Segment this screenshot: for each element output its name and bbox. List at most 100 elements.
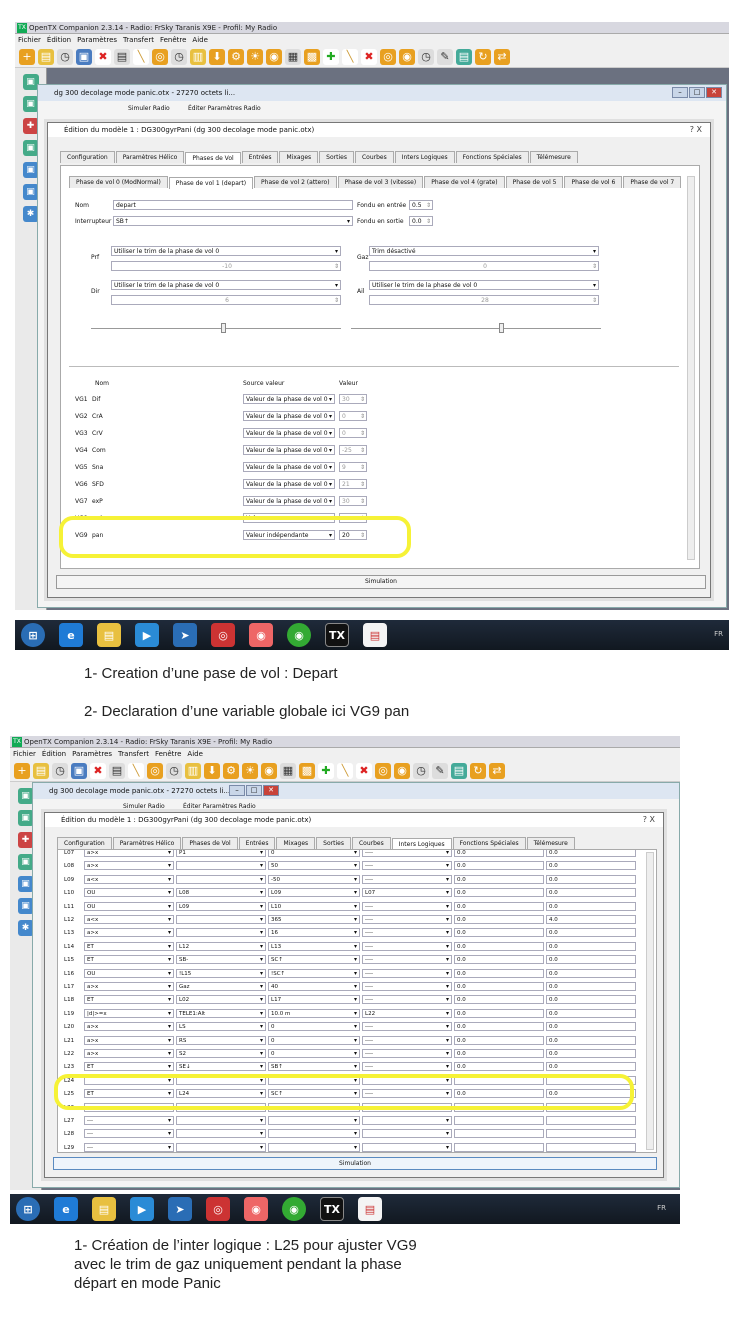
edit-icon[interactable]: ╲ [337,762,353,779]
logical-switch-v1[interactable] [176,1142,266,1152]
gvar-source-select[interactable]: Valeur de la phase de vol 0 [243,496,335,506]
logical-switch-and[interactable] [362,1142,452,1152]
logical-switch-dur[interactable]: 0.0 [454,861,544,871]
settings-icon[interactable]: ⚙ [223,762,239,779]
logical-switch-and[interactable]: L22 [362,1008,452,1018]
tools-icon[interactable]: ✎ [432,762,448,779]
logical-switch-dur[interactable]: 0.0 [454,995,544,1005]
info-icon[interactable]: ◷ [418,48,434,65]
chip-icon[interactable]: ▩ [299,762,315,779]
upload-icon[interactable]: ◎ [375,762,391,779]
vertical-scrollbar[interactable] [687,176,695,560]
media-icon[interactable]: ▶ [135,623,159,647]
explorer-icon[interactable]: ▤ [92,1197,116,1221]
tab-flight-modes[interactable]: Phases de Vol [185,152,241,164]
logical-switch-v1[interactable]: L09 [176,901,266,911]
logical-switch-delay[interactable] [546,1116,636,1125]
menu-help[interactable]: Aide [187,748,202,760]
trim-dir-value[interactable]: 6 [111,295,341,305]
logical-switch-and[interactable]: ---- [362,928,452,938]
firefox-icon[interactable]: ◉ [244,1197,268,1221]
maximize-button[interactable]: □ [689,87,705,98]
logical-switch-v2[interactable]: 0 [268,1035,360,1045]
tab-phase-3[interactable]: Phase de vol 3 (vitesse) [337,176,424,188]
logical-switch-v1[interactable]: L02 [176,995,266,1005]
burn-icon[interactable]: ☀ [247,48,263,65]
tab-telemetry[interactable]: Télémesure [526,837,575,849]
tab-curves[interactable]: Courbes [351,837,391,849]
logical-switch-dur[interactable]: 0.0 [454,1062,544,1072]
menu-window[interactable]: Fenêtre [155,748,181,760]
logical-switch-v1[interactable] [176,928,266,938]
logical-switch-v2[interactable]: 40 [268,982,360,991]
logical-switch-dur[interactable] [454,1142,544,1152]
logical-switch-func[interactable]: a>x [84,1049,174,1058]
tab-phase-7[interactable]: Phase de vol 7 [623,176,682,188]
logical-switch-func[interactable]: |d|>=x [84,1008,174,1018]
clock-icon[interactable]: ◷ [171,48,187,65]
minimize-button[interactable]: – [229,785,245,796]
edit-radio-settings-link[interactable]: Éditer Paramètres Radio [188,105,261,112]
simulate-radio-link[interactable]: Simuler Radio [123,803,165,810]
compare-icon[interactable]: ⇄ [489,762,505,779]
folder-icon[interactable]: ▥ [185,762,201,779]
tab-special-functions[interactable]: Fonctions Spéciales [452,837,526,849]
logical-switch-dur[interactable]: 0.0 [454,982,544,991]
tab-heli[interactable]: Paramètres Hélico [112,837,182,849]
print-icon[interactable]: ▤ [109,762,125,779]
logical-switch-delay[interactable]: 0.0 [546,1008,636,1018]
logical-switch-v2[interactable]: 16 [268,928,360,938]
logical-switch-v1[interactable] [176,1129,266,1139]
trim-gaz-mode-select[interactable]: Trim désactivé [369,246,599,256]
delete-icon[interactable]: ✖ [361,48,377,65]
logical-switch-func[interactable]: --- [84,1129,174,1139]
tab-phase-1[interactable]: Phase de vol 1 (depart) [168,177,254,189]
edit-radio-settings-link[interactable]: Éditer Paramètres Radio [183,803,256,810]
logical-switch-func[interactable]: ET [84,1062,174,1072]
menu-file[interactable]: Fichier [18,34,41,46]
print-icon[interactable]: ▤ [114,48,130,65]
gvar-value-spinbox[interactable]: 0 [339,428,367,438]
menu-transfer[interactable]: Transfert [123,34,154,46]
opentx-icon[interactable]: TX [320,1197,344,1221]
logical-switch-dur[interactable]: 0.0 [454,1049,544,1058]
dialog-controls[interactable]: ? X [690,123,702,137]
wand-icon[interactable]: ╲ [133,48,149,65]
save-icon[interactable]: ▣ [76,48,92,65]
save-icon[interactable]: ▣ [71,762,87,779]
tab-configuration[interactable]: Configuration [60,151,115,163]
tools-icon[interactable]: ✎ [437,48,453,65]
logical-switch-v2[interactable]: L09 [268,888,360,898]
trim-ail-value[interactable]: 28 [369,295,599,305]
add-icon[interactable]: ✚ [318,762,334,779]
tab-heli[interactable]: Paramètres Hélico [115,151,185,163]
simulation-button[interactable]: Simulation [53,1157,657,1170]
logical-switch-v1[interactable]: P1 [176,850,266,857]
menu-settings[interactable]: Paramètres [72,748,112,760]
logical-switch-v1[interactable]: SE↓ [176,1062,266,1072]
logical-switch-dur[interactable]: 0.0 [454,901,544,911]
gvar-name-input[interactable]: Sna [89,462,239,472]
delete-icon[interactable]: ✖ [356,762,372,779]
logical-switch-v1[interactable]: TELE1:Alt [176,1008,266,1018]
logical-switch-func[interactable]: a>x [84,928,174,938]
gvar-source-select[interactable]: Valeur de la phase de vol 0 [243,445,335,455]
logical-switch-func[interactable]: ET [84,955,174,965]
new-file-icon[interactable]: + [19,48,35,65]
logical-switch-v2[interactable]: L13 [268,941,360,951]
logical-switch-delay[interactable]: 0.0 [546,1049,636,1058]
globe-icon[interactable]: ◉ [266,48,282,65]
close-icon[interactable]: ✖ [90,762,106,779]
logical-switch-v2[interactable]: 50 [268,861,360,871]
logical-switch-v2[interactable]: SC↑ [268,955,360,965]
logical-switch-delay[interactable]: 0.0 [546,995,636,1005]
simulate-radio-link[interactable]: Simuler Radio [128,105,170,112]
switch-select[interactable]: SB↑ [113,216,353,226]
sync-icon[interactable]: ↻ [475,48,491,65]
info-icon[interactable]: ◷ [413,762,429,779]
logical-switch-func[interactable]: a>x [84,1022,174,1032]
gvar-source-select[interactable]: Valeur de la phase de vol 0 [243,394,335,404]
menu-help[interactable]: Aide [192,34,207,46]
logical-switch-v1[interactable]: !L15 [176,968,266,978]
logical-switch-dur[interactable]: 0.0 [454,850,544,857]
